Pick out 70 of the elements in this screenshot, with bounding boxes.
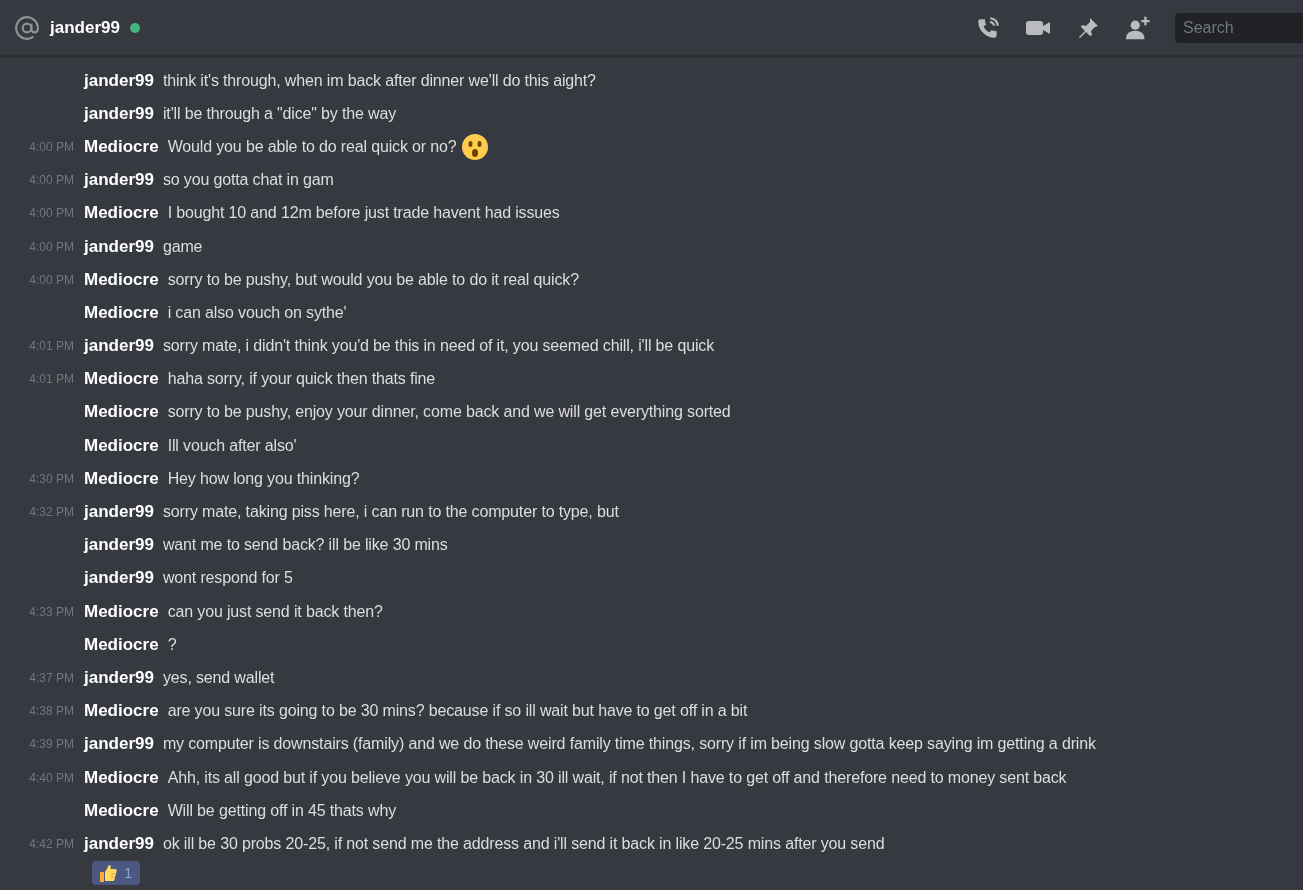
add-friend-icon[interactable] bbox=[1125, 14, 1151, 41]
message-author[interactable]: Mediocre bbox=[84, 701, 159, 722]
message-timestamp: 4:30 PM bbox=[29, 471, 74, 486]
message-text: Ahh, its all good but if you believe you will be back in 30 ill wait, if not then I have to get off and therefore need to money sent back bbox=[167, 768, 1067, 787]
message-timestamp: 4:00 PM bbox=[29, 173, 74, 188]
message-author[interactable]: jander99 bbox=[84, 70, 154, 91]
message-author[interactable]: Mediocre bbox=[84, 402, 159, 423]
message-author[interactable]: Mediocre bbox=[84, 269, 159, 290]
message-text: think it's through, when im back after dinner we'll do this aight? bbox=[162, 71, 596, 90]
message-text: Hey how long you thinking? bbox=[167, 469, 360, 488]
message-text: my computer is downstairs (family) and we do these weird family time things, sorry if im being slow gotta keep saying im getting a drink bbox=[162, 735, 1096, 754]
message-text: i can also vouch on sythe' bbox=[167, 303, 347, 322]
message-timestamp: 4:42 PM bbox=[29, 836, 74, 851]
message-timestamp: 4:37 PM bbox=[29, 670, 74, 685]
call-icon[interactable] bbox=[975, 14, 1001, 41]
message-author[interactable]: jander99 bbox=[84, 502, 154, 523]
message-author[interactable]: Mediocre bbox=[84, 435, 159, 456]
message-author[interactable]: Mediocre bbox=[84, 136, 159, 157]
message-timestamp: 4:33 PM bbox=[29, 604, 74, 619]
message-timestamp: 4:00 PM bbox=[29, 206, 74, 221]
message-author[interactable]: Mediocre bbox=[84, 634, 159, 655]
message-text: ok ill be 30 probs 20-25, if not send me the address and i'll send it back in like 20-25 mins after you send bbox=[162, 834, 885, 853]
message-text: so you gotta chat in gam bbox=[162, 171, 334, 190]
message-text: can you just send it back then? bbox=[167, 602, 383, 621]
message-author[interactable]: jander99 bbox=[84, 568, 154, 589]
message-text: wont respond for 5 bbox=[162, 569, 293, 588]
message-text: Ill vouch after also' bbox=[167, 436, 297, 455]
message-text: game bbox=[162, 237, 203, 256]
message-author[interactable]: jander99 bbox=[84, 236, 154, 257]
message-author[interactable]: Mediocre bbox=[84, 468, 159, 489]
message-author[interactable]: jander99 bbox=[84, 535, 154, 556]
message-timestamp: 4:39 PM bbox=[29, 737, 74, 752]
message-text: sorry mate, taking piss here, i can run to the computer to type, but bbox=[162, 503, 619, 522]
thumbs-up-icon bbox=[98, 862, 118, 883]
message-timestamp: 4:00 PM bbox=[29, 239, 74, 254]
message-text: are you sure its going to be 30 mins? because if so ill wait but have to get off in a bit bbox=[167, 702, 748, 721]
reaction-count: 1 bbox=[124, 864, 133, 881]
message-text: it'll be through a "dice" by the way bbox=[162, 104, 397, 123]
message-text: sorry to be pushy, but would you be able to do it real quick? bbox=[167, 270, 579, 289]
message-author[interactable]: jander99 bbox=[84, 833, 154, 854]
message-author[interactable]: Mediocre bbox=[84, 601, 159, 622]
message-author[interactable]: jander99 bbox=[84, 103, 154, 124]
message-timestamp: 4:01 PM bbox=[29, 372, 74, 387]
at-sign-icon bbox=[14, 14, 40, 41]
message-text: I bought 10 and 12m before just trade havent had issues bbox=[167, 204, 560, 223]
message-author[interactable]: jander99 bbox=[84, 667, 154, 688]
message-timestamp: 4:00 PM bbox=[29, 272, 74, 287]
message-text: Would you be able to do real quick or no? bbox=[167, 137, 457, 156]
message-author[interactable]: Mediocre bbox=[84, 203, 159, 224]
message-author[interactable]: Mediocre bbox=[84, 369, 159, 390]
message-text: ? bbox=[167, 635, 177, 654]
message-timestamp: 4:40 PM bbox=[29, 770, 74, 785]
message-text: want me to send back? ill be like 30 mins bbox=[162, 536, 448, 555]
message-author[interactable]: Mediocre bbox=[84, 302, 159, 323]
message-author[interactable]: Mediocre bbox=[84, 800, 159, 821]
message-author[interactable]: jander99 bbox=[84, 336, 154, 357]
message-timestamp: 4:38 PM bbox=[29, 704, 74, 719]
message-text: haha sorry, if your quick then thats fine bbox=[167, 370, 436, 389]
message-timestamp: 4:00 PM bbox=[29, 139, 74, 154]
message-author[interactable]: jander99 bbox=[84, 734, 154, 755]
message-author[interactable]: jander99 bbox=[84, 170, 154, 191]
message-text: sorry mate, i didn't think you'd be this in need of it, you seemed chill, i'll be quick bbox=[162, 337, 714, 356]
message-author[interactable]: Mediocre bbox=[84, 767, 159, 788]
message-timestamp: 4:01 PM bbox=[29, 339, 74, 354]
message-timestamp: 4:32 PM bbox=[29, 505, 74, 520]
message-text: yes, send wallet bbox=[162, 668, 275, 687]
message-text: sorry to be pushy, enjoy your dinner, come back and we will get everything sorted bbox=[167, 403, 731, 422]
message-text: Will be getting off in 45 thats why bbox=[167, 801, 396, 820]
channel-title: jander99 bbox=[50, 17, 120, 38]
search-field[interactable]: Search bbox=[1175, 12, 1303, 43]
